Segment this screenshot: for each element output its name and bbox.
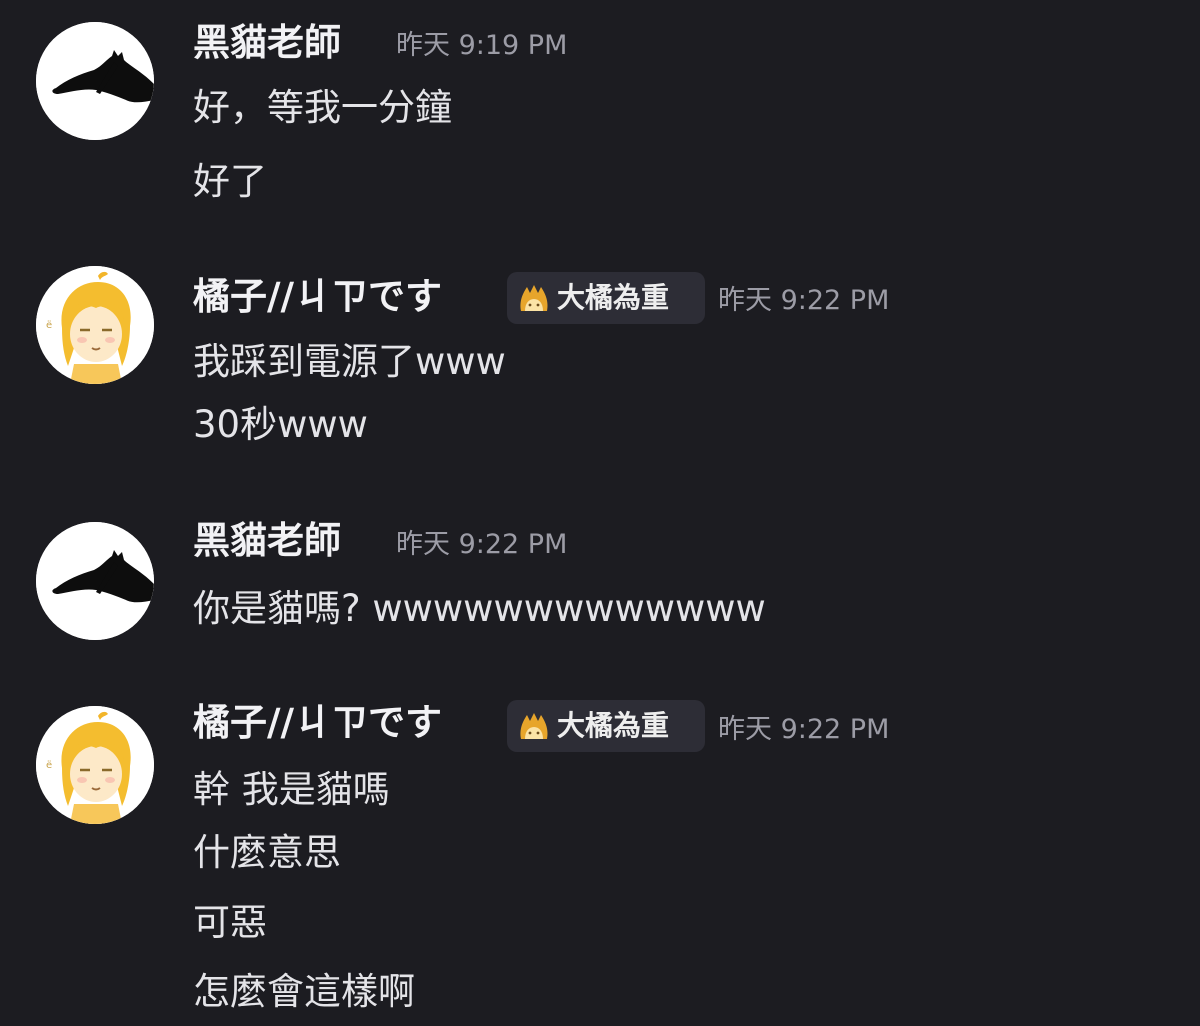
- message-timestamp: 昨天 9:22 PM: [396, 529, 568, 560]
- flame-cat-icon: [517, 281, 551, 315]
- message-timestamp: 昨天 9:22 PM: [718, 285, 890, 316]
- message-text: 幹 我是貓嗎: [193, 768, 390, 811]
- role-badge[interactable]: 大橘為重: [507, 700, 705, 752]
- flame-cat-icon: [517, 709, 551, 743]
- svg-text:ё: ё: [46, 760, 52, 771]
- message-text: 30秒www: [193, 403, 368, 446]
- message-text: 好了: [193, 160, 267, 203]
- role-badge-label: 大橘為重: [557, 281, 670, 314]
- message-author[interactable]: 橘子//ㄐㄗです: [193, 278, 442, 315]
- message-author[interactable]: 黑貓老師: [193, 522, 341, 559]
- message-author[interactable]: 黑貓老師: [193, 24, 341, 61]
- black-cat-avatar[interactable]: [36, 522, 154, 640]
- message-timestamp: 昨天 9:22 PM: [718, 714, 890, 745]
- orange-hair-girl-avatar[interactable]: ё: [36, 706, 154, 824]
- message-text: 什麼意思: [193, 831, 341, 874]
- black-cat-avatar[interactable]: [36, 22, 154, 140]
- svg-text:ё: ё: [46, 320, 52, 331]
- message-text: 怎麼會這樣啊: [193, 970, 415, 1013]
- role-badge[interactable]: 大橘為重: [507, 272, 705, 324]
- message-timestamp: 昨天 9:19 PM: [396, 30, 568, 61]
- message-text: 我踩到電源了www: [193, 340, 506, 383]
- message-text: 好，等我一分鐘: [193, 86, 452, 129]
- role-badge-label: 大橘為重: [557, 709, 670, 742]
- chat-message-list: 黑貓老師 昨天 9:19 PM 好，等我一分鐘 好了 ё 橘子//ㄐㄗです 大橘…: [0, 0, 1200, 1026]
- message-author[interactable]: 橘子//ㄐㄗです: [193, 704, 442, 741]
- orange-hair-girl-avatar[interactable]: ё: [36, 266, 154, 384]
- message-text: 可惡: [193, 901, 267, 944]
- message-text: 你是貓嗎? wwwwwwwwwwwww: [193, 587, 766, 630]
